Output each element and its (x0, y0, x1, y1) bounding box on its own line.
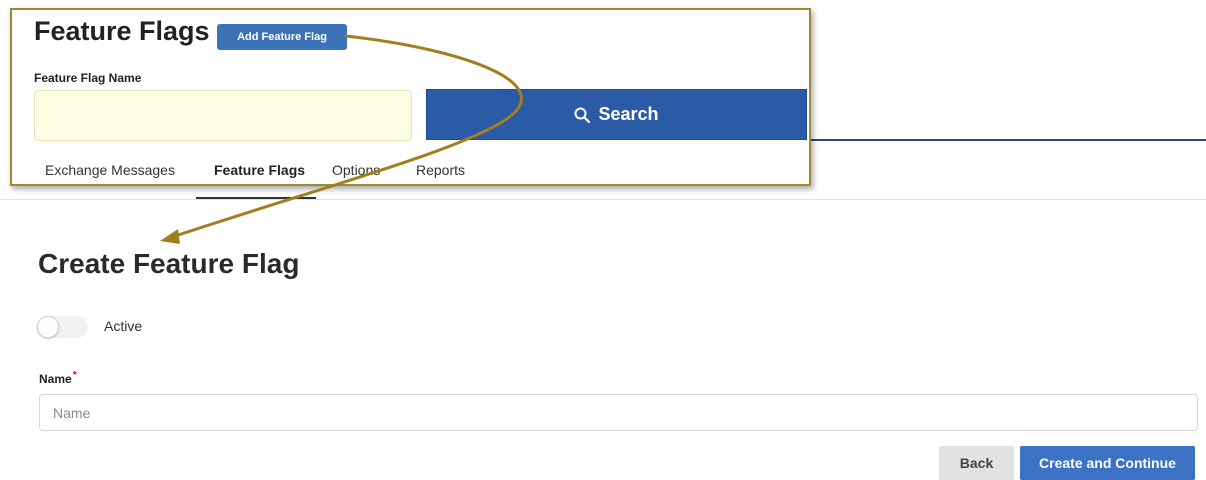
back-button[interactable]: Back (939, 446, 1014, 480)
search-button[interactable]: Search (426, 89, 807, 140)
add-feature-flag-button[interactable]: Add Feature Flag (217, 24, 347, 50)
tab-options[interactable]: Options (332, 162, 380, 178)
required-marker: * (72, 370, 77, 381)
feature-flags-heading: Feature Flags (34, 16, 210, 46)
name-input[interactable] (39, 394, 1198, 431)
feature-flag-name-input[interactable] (34, 90, 412, 141)
header-accent-line (811, 139, 1206, 141)
zoom-callout: Feature Flags Add Feature Flag Feature F… (10, 8, 811, 186)
tab-exchange-messages[interactable]: Exchange Messages (45, 162, 175, 178)
active-toggle-label: Active (104, 318, 143, 334)
active-toggle[interactable] (37, 316, 88, 338)
search-button-label: Search (598, 104, 659, 124)
feature-flag-name-label: Feature Flag Name (34, 71, 142, 85)
name-field-label: Name* (39, 370, 77, 386)
name-label-text: Name (39, 372, 72, 386)
tab-divider (0, 199, 1206, 200)
page-title: Create Feature Flag (38, 248, 300, 279)
toggle-knob (37, 316, 59, 338)
create-and-continue-button[interactable]: Create and Continue (1020, 446, 1195, 480)
nav-tabs: Exchange Messages Feature Flags Options … (12, 160, 809, 184)
tab-reports[interactable]: Reports (416, 162, 465, 178)
search-icon (574, 107, 591, 123)
tab-feature-flags[interactable]: Feature Flags (214, 162, 305, 178)
